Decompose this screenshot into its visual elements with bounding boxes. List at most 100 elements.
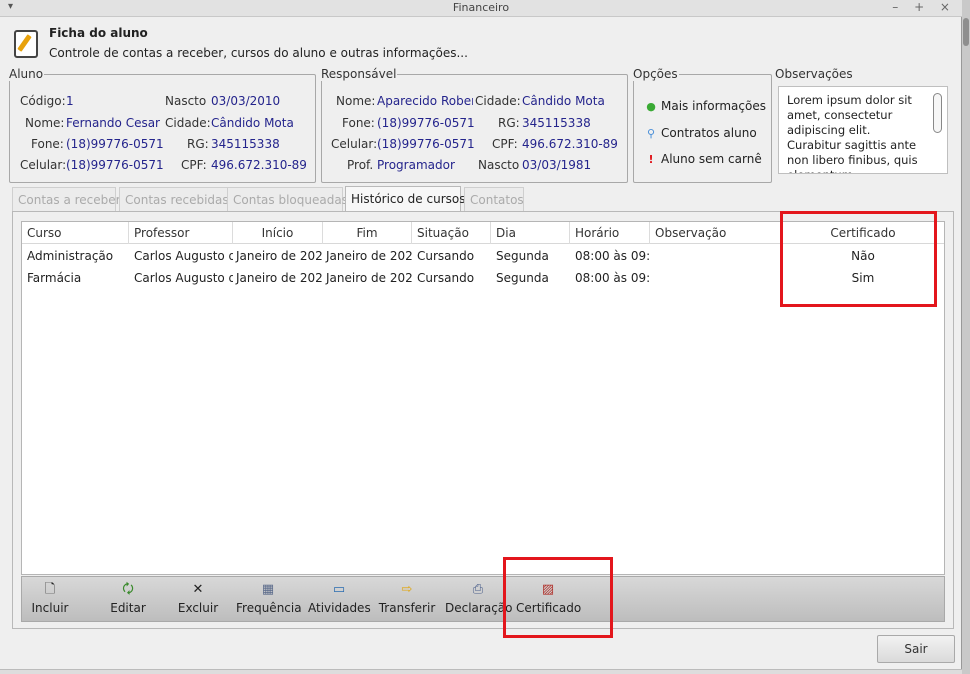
cell-dia: Segunda (496, 271, 549, 285)
aluno-cidade-value: Cândido Mota (211, 116, 294, 130)
frequencia-label: Frequência (236, 601, 302, 615)
aluno-codigo-label: Código: (20, 94, 66, 108)
resp-rg-value: 345115338 (522, 116, 591, 130)
cell-inicio: Janeiro de 2023 (236, 249, 323, 263)
resp-nome-label: Nome: (336, 94, 376, 108)
cell-situacao: Cursando (417, 271, 475, 285)
cell-fim: Janeiro de 2024 (326, 271, 412, 285)
resp-celular-value: (18)99776-0571 (377, 137, 475, 151)
mais-informacoes-label: Mais informações (661, 99, 766, 113)
aluno-cidade-label: Cidade: (165, 116, 211, 130)
aluno-nome-value: Fernando Cesar d (66, 116, 162, 130)
incluir-label: Incluir (31, 601, 69, 615)
mais-informacoes-option[interactable]: ● Mais informações (645, 99, 766, 113)
cell-observacao (650, 245, 782, 267)
calendar-icon: ▦ (261, 582, 275, 597)
outer-scrollbar-thumb[interactable] (963, 18, 969, 46)
cell-professor: Carlos Augusto de (134, 249, 233, 263)
resp-fone-value: (18)99776-0571 (377, 116, 475, 130)
check-circle-icon: ● (646, 100, 656, 113)
aluno-celular-label: Celular: (20, 158, 67, 172)
cell-curso: Farmácia (27, 271, 82, 285)
editar-button[interactable]: 🗘 Editar (104, 577, 152, 623)
tab-historico-de-cursos[interactable]: Histórico de cursos (345, 186, 465, 212)
activities-icon: ▭ (332, 582, 346, 597)
outer-scrollbar[interactable] (962, 0, 970, 674)
cell-horario: 08:00 às 09:0 (575, 249, 650, 263)
observacoes-text: Lorem ipsum dolor sit amet, consectetur … (787, 93, 918, 173)
col-observacao[interactable]: Observação (650, 222, 782, 244)
aluno-cpf-value: 496.672.310-89 (211, 158, 307, 172)
atividades-label: Atividades (308, 601, 371, 615)
cell-curso: Administração (27, 249, 114, 263)
editar-label: Editar (110, 601, 146, 615)
col-fim[interactable]: Fim (323, 222, 412, 244)
aluno-fone-label: Fone: (31, 137, 64, 151)
delete-x-icon: ✕ (192, 582, 204, 597)
incluir-button[interactable]: 🗋 Incluir (28, 577, 72, 623)
excluir-button[interactable]: ✕ Excluir (174, 577, 222, 623)
tab-contas-bloqueadas[interactable]: Contas bloqueadas (227, 187, 348, 211)
resp-celular-label: Celular: (331, 137, 378, 151)
header-subtitle: Controle de contas a receber, cursos do … (49, 46, 468, 60)
resp-nascto-label: Nascto (478, 158, 520, 172)
resp-cidade-label: Cidade: (475, 94, 521, 108)
aluno-fone-value: (18)99776-0571 (66, 137, 164, 151)
contratos-aluno-label: Contratos aluno (661, 126, 757, 140)
new-document-icon: 🗋 (44, 582, 56, 597)
aluno-cpf-label: CPF: (181, 158, 207, 172)
aluno-sem-carne-label: Aluno sem carnê (661, 152, 762, 166)
window-title: Financeiro (452, 1, 510, 14)
declaracao-button[interactable]: ⎙ Declaração (445, 577, 513, 623)
arrow-right-icon: ⇨ (401, 582, 413, 597)
window-bottom-edge (0, 669, 962, 674)
atividades-button[interactable]: ▭ Atividades (308, 577, 371, 623)
col-situacao[interactable]: Situação (412, 222, 491, 244)
col-horario[interactable]: Horário (570, 222, 650, 244)
contratos-aluno-option[interactable]: ⚲ Contratos aluno (645, 126, 757, 140)
cell-observacao (650, 267, 782, 289)
resp-cpf-label: CPF: (492, 137, 518, 151)
magnifier-icon: ⚲ (646, 127, 656, 140)
aluno-codigo-value: 1 (66, 94, 74, 108)
responsavel-legend: Responsável (321, 67, 397, 81)
sair-button[interactable]: Sair (877, 635, 955, 663)
certificado-button-highlight (503, 557, 613, 638)
resp-nome-value: Aparecido Robert (377, 94, 473, 108)
window-controls[interactable]: – + × (892, 0, 956, 14)
tab-contas-a-receber[interactable]: Contas a receber (12, 187, 121, 211)
course-toolbar: 🗋 Incluir 🗘 Editar ✕ Excluir ▦ Frequênci… (21, 576, 945, 622)
title-bar: ▾ Financeiro – + × (0, 0, 962, 17)
tab-contatos[interactable]: Contatos (464, 187, 524, 211)
excluir-label: Excluir (177, 601, 219, 615)
financeiro-window: ▾ Financeiro – + × Ficha do aluno Contro… (0, 0, 962, 674)
aluno-sem-carne-option[interactable]: ! Aluno sem carnê (645, 152, 762, 166)
cell-situacao: Cursando (417, 249, 475, 263)
tab-contas-recebidas[interactable]: Contas recebidas (119, 187, 231, 211)
cell-professor: Carlos Augusto de (134, 271, 233, 285)
cell-dia: Segunda (496, 249, 549, 263)
resp-nascto-value: 03/03/1981 (522, 158, 592, 172)
aluno-rg-value: 345115338 (211, 137, 280, 151)
cell-fim: Janeiro de 2024 (326, 249, 412, 263)
observacoes-scrollbar[interactable] (933, 93, 942, 133)
aluno-nascto-label: Nascto (165, 94, 207, 108)
resp-prof-value: Programador (377, 158, 455, 172)
frequencia-button[interactable]: ▦ Frequência (236, 577, 302, 623)
transferir-button[interactable]: ⇨ Transferir (377, 577, 437, 623)
col-professor[interactable]: Professor (129, 222, 233, 244)
observacoes-textarea[interactable]: Lorem ipsum dolor sit amet, consectetur … (778, 86, 948, 174)
printer-icon: ⎙ (472, 582, 484, 597)
col-dia[interactable]: Dia (491, 222, 570, 244)
aluno-nascto-value: 03/03/2010 (211, 94, 281, 108)
cell-horario: 08:00 às 09:0 (575, 271, 650, 285)
cell-inicio: Janeiro de 2023 (236, 271, 323, 285)
exclamation-icon: ! (648, 153, 654, 166)
col-inicio[interactable]: Início (233, 222, 323, 244)
certificado-column-highlight (780, 211, 937, 307)
opcoes-legend: Opções (633, 67, 678, 81)
resp-prof-label: Prof. (347, 158, 374, 172)
col-curso[interactable]: Curso (22, 222, 129, 244)
aluno-rg-label: RG: (187, 137, 209, 151)
declaracao-label: Declaração (445, 601, 513, 615)
